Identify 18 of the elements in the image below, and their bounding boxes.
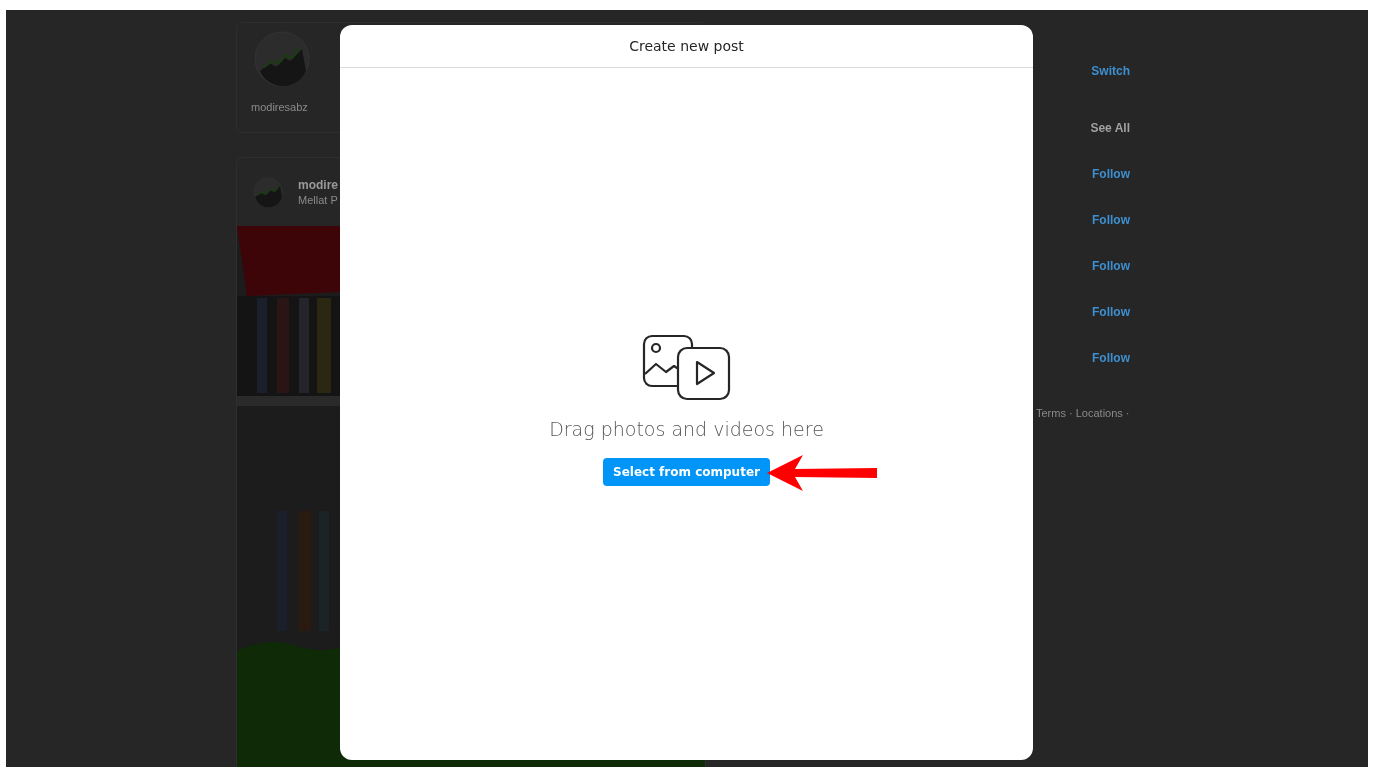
story-username[interactable]: modiresabz	[251, 101, 308, 113]
footer-links: Terms · Locations ·	[1036, 407, 1130, 419]
logo-avatar-icon	[252, 176, 284, 208]
arrow-icon	[767, 455, 878, 491]
switch-link[interactable]: Switch	[1091, 64, 1130, 78]
see-all-link[interactable]: See All	[1090, 121, 1130, 135]
follow-link[interactable]: Follow	[1092, 167, 1130, 181]
follow-link[interactable]: Follow	[1092, 213, 1130, 227]
follow-link[interactable]: Follow	[1092, 351, 1130, 365]
follow-link[interactable]: Follow	[1092, 305, 1130, 319]
logo-avatar-icon	[254, 31, 310, 87]
select-from-computer-button[interactable]: Select from computer	[603, 458, 770, 486]
post-username[interactable]: modire	[298, 178, 338, 192]
post-location[interactable]: Mellat P	[298, 194, 338, 206]
drag-prompt: Drag photos and videos here	[549, 418, 824, 440]
dialog-title: Create new post	[629, 38, 744, 54]
photo-video-icon	[641, 334, 732, 402]
follow-link[interactable]: Follow	[1092, 259, 1130, 273]
